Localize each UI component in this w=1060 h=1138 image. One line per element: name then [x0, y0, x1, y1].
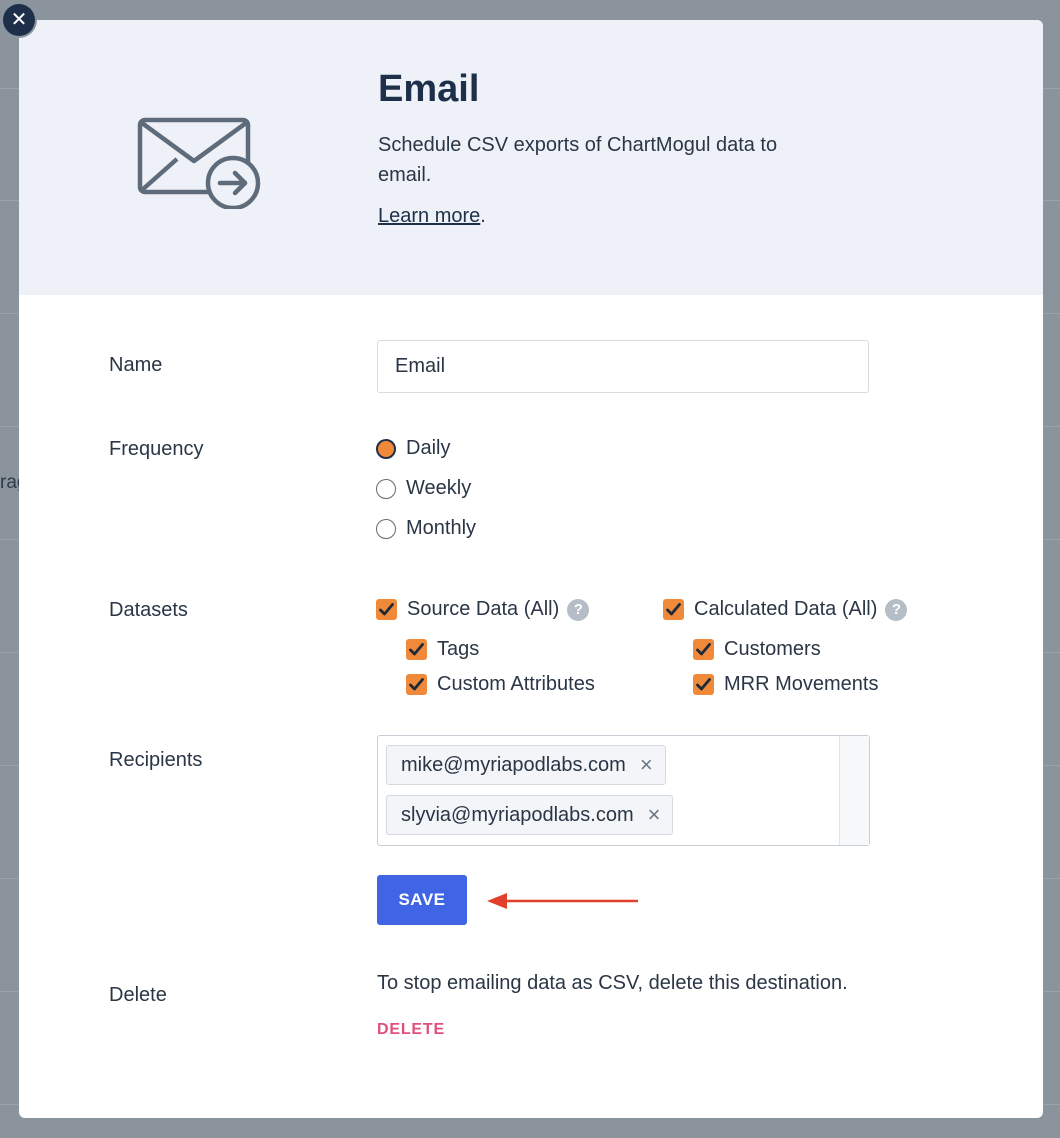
dataset-mrr-movements[interactable]: MRR Movements — [693, 673, 878, 696]
recipient-chip: mike@myriapodlabs.com × — [386, 745, 666, 785]
recipient-chip: slyvia@myriapodlabs.com × — [386, 795, 674, 835]
delete-description: To stop emailing data as CSV, delete thi… — [377, 972, 848, 994]
checkbox-checked-icon[interactable] — [693, 674, 714, 695]
help-icon[interactable]: ? — [885, 598, 908, 621]
recipients-label: Recipients — [109, 749, 203, 771]
learn-more-period: . — [480, 205, 486, 227]
dataset-custom-attributes[interactable]: Custom Attributes — [406, 673, 595, 696]
frequency-option-weekly[interactable]: Weekly — [376, 477, 471, 500]
dataset-label: Customers — [724, 638, 821, 660]
frequency-option-monthly[interactable]: Monthly — [376, 517, 476, 540]
checkbox-checked-icon[interactable] — [693, 639, 714, 660]
checkbox-checked-icon[interactable] — [663, 599, 684, 620]
checkbox-checked-icon[interactable] — [406, 639, 427, 660]
delete-link[interactable]: DELETE — [377, 1021, 445, 1039]
dataset-calculated-all[interactable]: Calculated Data (All) ? — [663, 598, 908, 621]
email-send-icon — [137, 117, 261, 209]
dataset-label: Source Data (All) — [407, 598, 560, 620]
recipients-scrollbar[interactable] — [839, 736, 869, 845]
checkbox-checked-icon[interactable] — [406, 674, 427, 695]
delete-label: Delete — [109, 984, 167, 1006]
frequency-option-label: Weekly — [406, 477, 472, 499]
recipient-email: mike@myriapodlabs.com — [401, 753, 626, 776]
remove-recipient-icon[interactable]: × — [640, 752, 653, 778]
modal-header: Email Schedule CSV exports of ChartMogul… — [19, 20, 1043, 295]
save-button[interactable]: SAVE — [377, 875, 467, 925]
help-icon[interactable]: ? — [567, 598, 590, 621]
dataset-customers[interactable]: Customers — [693, 638, 821, 661]
dataset-source-all[interactable]: Source Data (All) ? — [376, 598, 590, 621]
datasets-label: Datasets — [109, 599, 188, 621]
frequency-option-label: Daily — [406, 437, 451, 459]
checkbox-checked-icon[interactable] — [376, 599, 397, 620]
recipient-email: slyvia@myriapodlabs.com — [401, 803, 634, 826]
frequency-option-daily[interactable]: Daily — [376, 437, 450, 460]
learn-more-link[interactable]: Learn more — [378, 205, 480, 227]
remove-recipient-icon[interactable]: × — [648, 802, 661, 828]
radio-checked-icon[interactable] — [376, 438, 396, 459]
annotation-arrow-icon — [487, 893, 638, 909]
name-label: Name — [109, 354, 163, 376]
recipients-input[interactable]: mike@myriapodlabs.com × slyvia@myriapodl… — [377, 735, 870, 846]
frequency-label: Frequency — [109, 438, 204, 460]
email-destination-modal: Email Schedule CSV exports of ChartMogul… — [19, 20, 1043, 1118]
frequency-option-label: Monthly — [406, 517, 477, 539]
radio-unchecked-icon[interactable] — [376, 478, 396, 499]
dataset-label: Tags — [437, 638, 480, 660]
dataset-label: MRR Movements — [724, 673, 879, 695]
dataset-label: Custom Attributes — [437, 673, 595, 695]
name-input[interactable] — [377, 340, 869, 393]
dataset-label: Calculated Data (All) — [694, 598, 878, 620]
dataset-tags[interactable]: Tags — [406, 638, 479, 661]
modal-title: Email — [378, 68, 480, 110]
radio-unchecked-icon[interactable] — [376, 518, 396, 539]
learn-more-line: Learn more. — [378, 205, 486, 228]
close-icon[interactable]: ✕ — [3, 4, 35, 36]
modal-description: Schedule CSV exports of ChartMogul data … — [378, 134, 778, 186]
